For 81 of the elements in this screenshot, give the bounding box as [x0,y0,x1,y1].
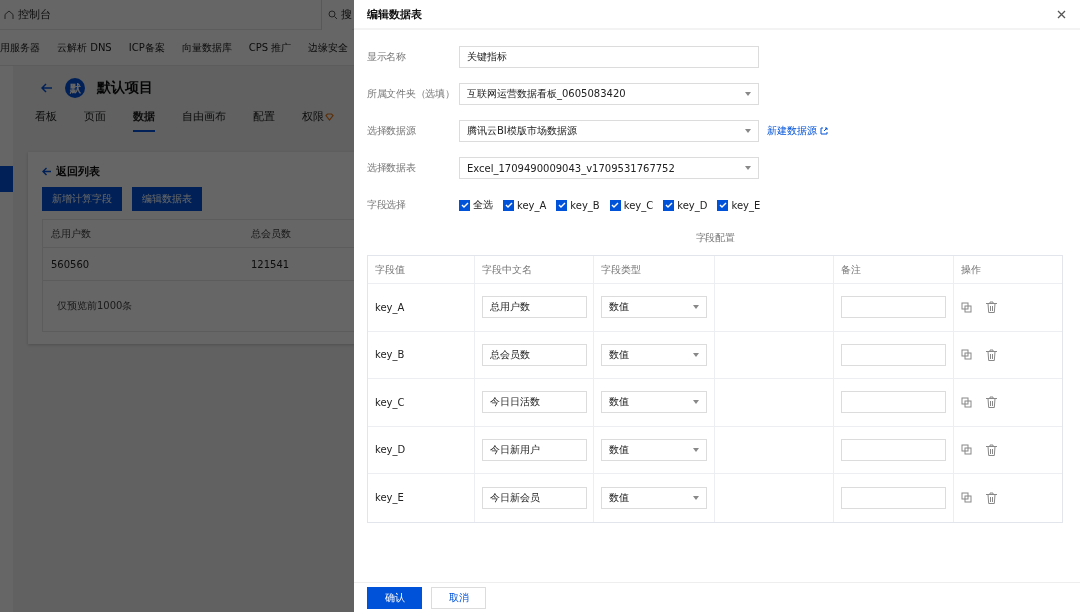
checkbox-option[interactable]: 全选 [459,198,493,212]
select-field[interactable]: 数值 [601,343,707,366]
caret-icon [745,129,751,133]
field-label: 选择数据表 [367,161,416,175]
copy-icon[interactable] [961,301,972,313]
sidebar-active-marker[interactable] [0,166,13,192]
input-field[interactable] [841,296,946,319]
input-field[interactable]: 今日新会员 [482,486,587,509]
field-label: 字段配置 [695,231,735,245]
table-cell: key_B [375,349,405,361]
select-field[interactable]: 数值 [601,391,707,414]
table-cell: key_A [375,301,405,313]
delete-icon[interactable] [986,443,997,456]
caret-icon [745,92,751,96]
preview-note: 仅预览前1000条 [57,299,133,313]
diamond-icon [325,113,334,121]
checkbox-option[interactable]: key_D [663,199,708,211]
select-field[interactable]: 数值 [601,438,707,461]
back-arrow-icon[interactable] [41,83,53,93]
new-source-link[interactable]: 新建数据源 [767,124,1063,138]
delete-icon[interactable] [986,348,997,361]
delete-icon[interactable] [986,396,997,409]
checkbox-option[interactable]: key_E [717,199,761,211]
project-avatar: 默 [65,78,85,98]
caret-icon [693,305,699,310]
drawer-title: 编辑数据表 [367,6,422,22]
select-field[interactable]: 腾讯云BI模版市场数据源 [459,120,759,142]
column-header: 字段类型 [601,262,641,277]
input-field[interactable]: 总用户数 [482,296,587,319]
input-field[interactable]: 关键指标 [459,46,759,68]
checkbox-option[interactable]: key_C [609,199,654,211]
confirm-button[interactable]: 确认 [367,586,422,609]
checkbox[interactable] [663,199,675,211]
table-cell: 121541 [251,258,290,270]
table-cell: key_C [375,396,405,408]
delete-icon[interactable] [986,491,997,504]
column-header: 操作 [961,262,981,277]
select-field[interactable]: Excel_1709490009043_v1709531767752 [459,157,759,179]
input-field[interactable]: 今日日活数 [482,391,587,414]
search-icon[interactable] [328,9,338,20]
checkbox[interactable] [717,199,729,211]
input-field[interactable]: 总会员数 [482,343,587,366]
caret-icon [745,166,751,170]
field-label: 字段选择 [367,198,406,212]
input-field[interactable] [841,343,946,366]
column-header: 字段中文名 [482,262,532,277]
copy-icon[interactable] [961,444,972,456]
input-field[interactable] [841,486,946,509]
field-label: 显示名称 [367,50,406,64]
column-header: 备注 [841,262,861,277]
select-field[interactable]: 数值 [601,296,707,319]
caret-icon [693,447,699,452]
back-link[interactable]: 返回列表 [56,164,100,179]
checkbox[interactable] [503,199,514,211]
copy-icon[interactable] [961,349,972,361]
checkbox[interactable] [609,199,621,211]
home-icon[interactable] [4,9,14,20]
copy-icon[interactable] [961,396,972,408]
table-cell: 560560 [51,258,90,270]
select-field[interactable]: 数值 [601,486,707,509]
checkbox-option[interactable]: key_B [556,199,600,211]
checkbox-option[interactable]: key_A [503,199,547,211]
copy-icon[interactable] [961,492,972,504]
caret-icon [693,352,699,357]
field-label: 所属文件夹（选填） [367,87,455,101]
input-field[interactable]: 今日新用户 [482,438,587,461]
checkbox[interactable] [556,199,568,211]
table-cell: key_E [375,492,404,504]
select-field[interactable]: 互联网运营数据看板_0605083420 [459,83,759,105]
external-link-icon [820,127,828,135]
caret-icon [693,400,699,405]
delete-icon[interactable] [986,301,997,314]
checkbox[interactable] [459,199,470,211]
cancel-button[interactable]: 取消 [431,586,486,609]
table-cell: key_D [375,444,406,456]
field-label: 选择数据源 [367,124,416,138]
input-field[interactable] [841,438,946,461]
caret-icon [693,495,699,500]
column-header: 字段值 [375,262,405,277]
back-arrow-icon[interactable] [42,167,52,176]
input-field[interactable] [841,391,946,414]
